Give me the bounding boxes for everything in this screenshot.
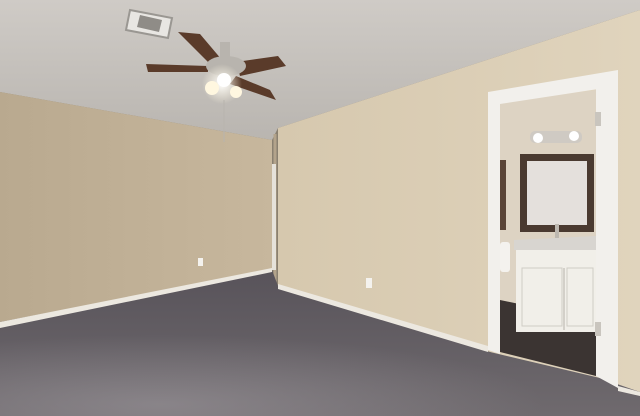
fan-bulb-2 — [217, 73, 231, 87]
mirror-glass — [527, 161, 587, 225]
vanity-bulb-1 — [533, 133, 543, 143]
fan-downrod — [220, 42, 230, 58]
door-frame-left — [488, 98, 500, 354]
vanity-bulb-2 — [569, 131, 579, 141]
closet-door-edge — [272, 164, 276, 270]
fan-bulb-1 — [205, 81, 219, 95]
towel-bar — [500, 160, 506, 230]
bedroom-photo — [0, 0, 640, 416]
door-hinge-top — [595, 112, 601, 126]
faucet — [555, 224, 559, 238]
door-frame-right — [596, 80, 618, 388]
outlet-left — [198, 258, 203, 266]
vanity-cabinet — [516, 250, 596, 332]
door-hinge-bottom — [595, 322, 601, 336]
toilet-edge — [500, 242, 510, 272]
outlet-back — [366, 278, 372, 288]
fan-bulb-3 — [230, 86, 242, 98]
